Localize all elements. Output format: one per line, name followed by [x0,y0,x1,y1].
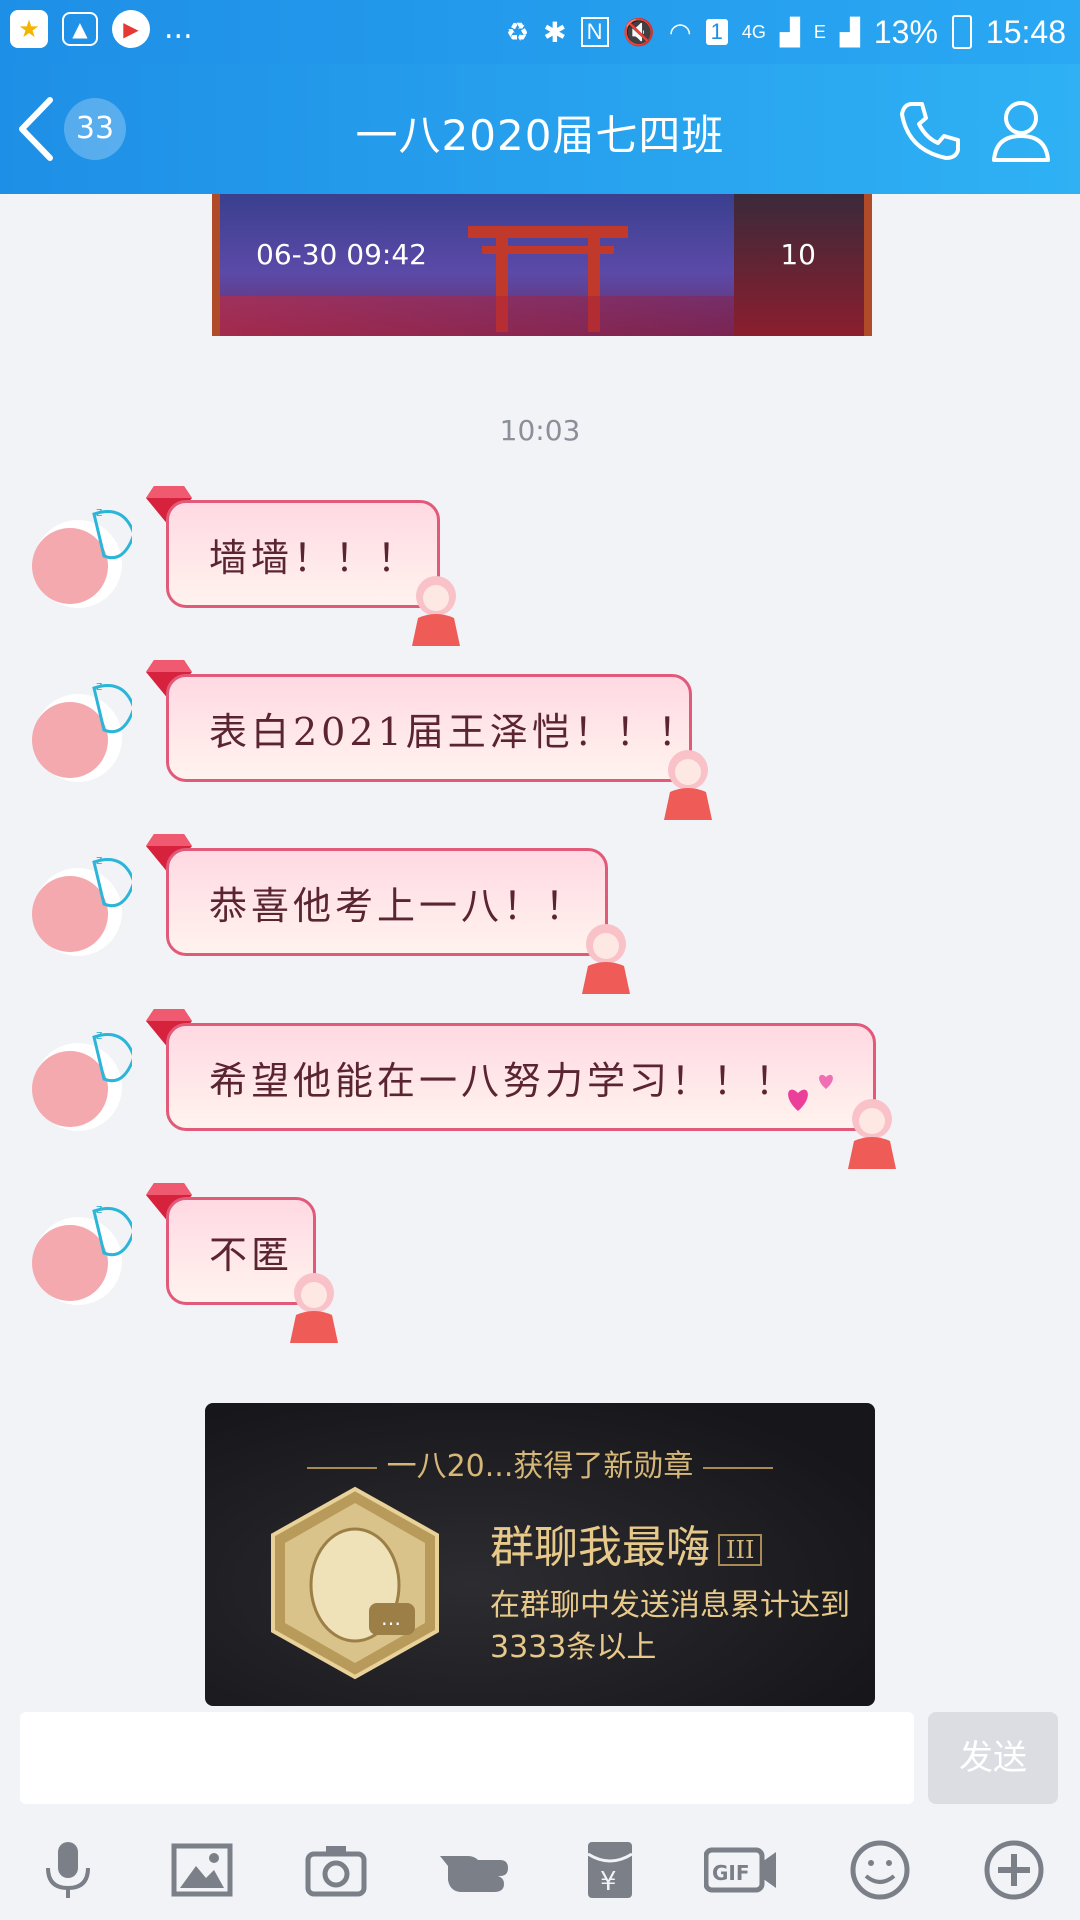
phone-call-icon[interactable] [898,98,962,162]
message-bubble[interactable]: 表白2021届王泽恺！！！ [166,674,696,782]
avatar[interactable]: z [24,1201,132,1305]
network-type: 4G [741,21,766,42]
avatar[interactable]: z [24,852,132,956]
sim-badge: 1 [705,19,728,45]
shared-image-card[interactable]: 06-30 09:42 10 [212,194,872,336]
signal-icon: ▟ [779,16,800,47]
image-icon[interactable] [170,1838,234,1902]
chibi-girl-sticker [848,1099,896,1169]
message-row: z 不匿 [0,1181,1080,1343]
chibi-girl-sticker [664,750,712,820]
avatar[interactable]: z [24,1027,132,1131]
yuan-symbol: ¥ [600,1867,617,1897]
message-row: z 恭喜他考上一八！！ [0,832,1080,994]
emoji-icon[interactable] [848,1838,912,1902]
avatar[interactable]: z [24,504,132,608]
clock: 15:48 [985,13,1066,50]
wifi-icon: ◠ [668,16,692,47]
nfc-icon: N [580,17,609,47]
camera-icon[interactable] [304,1838,368,1902]
battery-percent: 13% [873,13,938,50]
medal-name: 群聊我最嗨 III [490,1511,763,1575]
notification-icons: ★ ▲ ▶ ... [10,10,193,48]
plus-icon[interactable] [982,1838,1046,1902]
svg-text:…: … [381,1606,401,1630]
medal-name-text: 群聊我最嗨 [490,1522,710,1573]
new-badge-card[interactable]: 一八20...获得了新勋章 … 群聊我最嗨 III 在群聊中发送消息累计达到333… [205,1403,875,1706]
microphone-icon[interactable] [36,1838,100,1902]
red-packet-icon[interactable]: ¥ [578,1838,642,1902]
network-type-2: E [813,21,826,42]
chibi-girl-sticker [290,1273,338,1343]
hearts-icon [788,1074,833,1111]
medal-description: 在群聊中发送消息累计达到3333条以上 [490,1588,850,1665]
chibi-girl-sticker [582,924,630,994]
message-bubble[interactable]: 恭喜他考上一八！！ [166,848,608,956]
divider [703,1466,774,1469]
composer-bar: 发送 ¥ GIF [0,1708,1080,1920]
status-bar: ★ ▲ ▶ ... ♻ ✱ N 🔇 ◠ 1 4G ▟ E ▟ 13% 15:48 [0,0,1080,64]
avatar[interactable]: z [24,678,132,782]
svg-text:z: z [96,1028,102,1042]
more-notifications: ... [164,11,193,46]
video-app-icon: ▶ [112,10,150,48]
like-count: 10 [780,238,816,271]
send-button[interactable]: 发送 [928,1712,1058,1804]
svg-text:z: z [96,679,102,693]
chat-header: 33 一八2020届七四班 [0,64,1080,194]
banner-date: 06-30 09:42 [256,238,427,271]
divider [306,1466,377,1469]
badge-card-title-text: 一八20...获得了新勋章 [386,1449,694,1484]
mute-icon: 🔇 [622,16,655,47]
medal-level: III [718,1534,763,1566]
system-status: ♻ ✱ N 🔇 ◠ 1 4G ▟ E ▟ 13% 15:48 [506,8,1066,56]
gif-icon[interactable]: GIF [704,1838,778,1902]
message-row: z 表白2021届王泽恺！！！ [0,658,1080,820]
svg-text:z: z [96,1202,102,1216]
gif-label: GIF [712,1861,750,1885]
gallery-notification-icon: ▲ [62,12,98,46]
message-timestamp: 10:03 [499,414,581,447]
svg-text:z: z [96,505,102,519]
star-app-icon: ★ [10,10,48,48]
chibi-girl-sticker [412,576,460,646]
svg-text:z: z [96,853,102,867]
medal-icon: … [271,1486,439,1680]
message-row: z 墙墙！！！ [0,484,1080,646]
poke-icon[interactable] [438,1838,510,1902]
group-profile-icon[interactable] [990,98,1052,162]
bluetooth-icon: ✱ [543,16,567,48]
recycle-icon: ♻ [505,16,530,47]
message-input[interactable] [20,1712,914,1804]
message-bubble[interactable]: 墙墙！！！ [166,500,440,608]
message-row: z 希望他能在一八努力学习！！！ [0,1007,1080,1169]
badge-card-title: 一八20...获得了新勋章 [205,1441,875,1485]
signal-icon-2: ▟ [839,16,860,47]
message-bubble[interactable]: 希望他能在一八努力学习！！！ [166,1023,876,1131]
battery-icon [951,15,972,49]
